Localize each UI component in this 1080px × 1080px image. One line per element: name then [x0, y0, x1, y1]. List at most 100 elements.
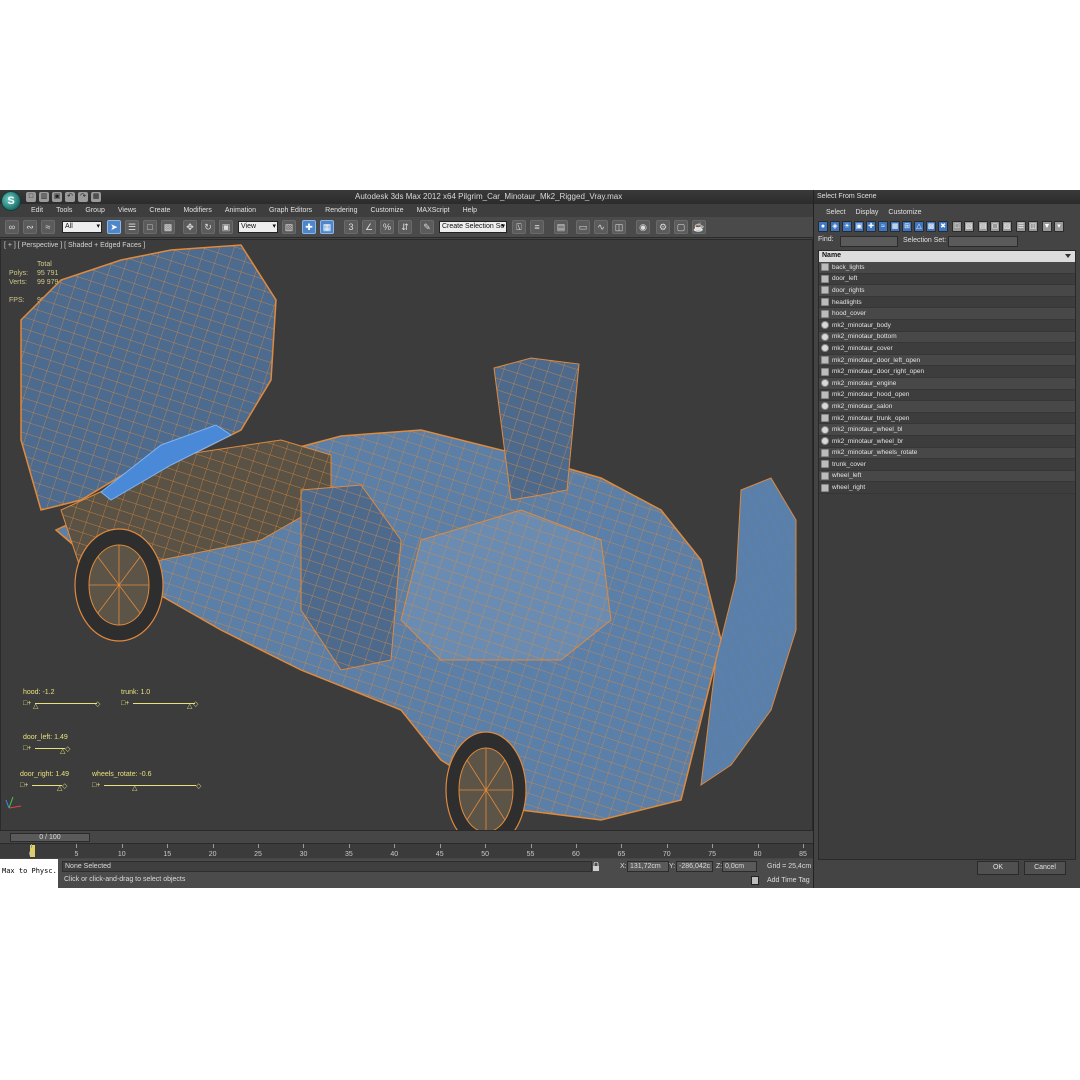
maxscript-listener[interactable]: Max to Physc. [0, 859, 58, 888]
select-none-icon[interactable]: ▢ [990, 221, 1000, 232]
project-folder-icon[interactable]: ▦ [91, 192, 101, 202]
add-time-tag[interactable]: Add Time Tag [767, 877, 810, 884]
display-lights-icon[interactable]: ☀ [842, 221, 852, 232]
ok-button[interactable]: OK [977, 861, 1019, 875]
list-item[interactable]: headlights [819, 297, 1075, 309]
trunk-slider[interactable]: trunk: 1.0 □+ △ ◇ [121, 689, 201, 711]
list-item[interactable]: door_left [819, 274, 1075, 286]
menu-create[interactable]: Create [149, 207, 170, 214]
menu-maxscript[interactable]: MAXScript [417, 207, 450, 214]
menu-edit[interactable]: Edit [31, 207, 43, 214]
list-item[interactable]: mk2_minotaur_engine [819, 377, 1075, 390]
display-cameras-icon[interactable]: ▣ [854, 221, 864, 232]
list-item[interactable]: mk2_minotaur_bottom [819, 331, 1075, 344]
render-production-icon[interactable]: ☕ [692, 220, 706, 234]
angle-snap-icon[interactable]: ∠ [362, 220, 376, 234]
unlink-icon[interactable]: ∾ [23, 220, 37, 234]
schematic-view-icon[interactable]: ◫ [612, 220, 626, 234]
display-geometry-icon[interactable]: ● [818, 221, 828, 232]
window-crossing-icon[interactable]: ▩ [161, 220, 175, 234]
mirror-icon[interactable]: ⍂ [512, 220, 526, 234]
display-all-icon[interactable]: ✖ [938, 221, 948, 232]
curve-editor-icon[interactable]: ∿ [594, 220, 608, 234]
select-all-icon[interactable]: ▤ [978, 221, 988, 232]
hood-slider-handle[interactable]: △ [33, 702, 38, 710]
menu-help[interactable]: Help [463, 207, 477, 214]
selection-filter-dropdown[interactable]: All [62, 221, 102, 233]
menu-views[interactable]: Views [118, 207, 137, 214]
undo-icon[interactable]: ↶ [65, 192, 75, 202]
time-tag-icon[interactable] [751, 876, 759, 885]
dialog-menu-display[interactable]: Display [855, 209, 878, 216]
spinner-snap-icon[interactable]: ⇵ [398, 220, 412, 234]
menu-modifiers[interactable]: Modifiers [183, 207, 211, 214]
layer-manager-icon[interactable]: ▤ [554, 220, 568, 234]
hood-slider[interactable]: hood: -1.2 □+ △ ◇ [23, 689, 103, 711]
list-item[interactable]: mk2_minotaur_door_right_open [819, 366, 1075, 378]
display-helpers-icon[interactable]: ✚ [866, 221, 876, 232]
select-object-icon[interactable]: ➤ [107, 220, 121, 234]
lock-icon[interactable] [592, 862, 600, 871]
rendered-frame-window-icon[interactable]: ▢ [674, 220, 688, 234]
dialog-menu-customize[interactable]: Customize [888, 209, 921, 216]
menu-graph-editors[interactable]: Graph Editors [269, 207, 312, 214]
time-slider[interactable]: 0 / 100 [10, 833, 90, 842]
display-children-icon[interactable]: ☰ [1016, 221, 1026, 232]
wheels-rotate-slider-handle[interactable]: △ [132, 784, 137, 792]
trunk-slider-handle[interactable]: △ [187, 702, 192, 710]
align-icon[interactable]: ≡ [530, 220, 544, 234]
material-editor-icon[interactable]: ◉ [636, 220, 650, 234]
door-right-slider[interactable]: door_right: 1.49 □+ △ ◇ [20, 771, 70, 793]
y-coordinate[interactable]: -286,042c [676, 861, 713, 872]
bind-space-warp-icon[interactable]: ≈ [41, 220, 55, 234]
redo-icon[interactable]: ↷ [78, 192, 88, 202]
pivot-center-icon[interactable]: ▧ [282, 220, 296, 234]
menu-tools[interactable]: Tools [56, 207, 72, 214]
reference-coord-dropdown[interactable]: View [238, 221, 278, 233]
display-groups-icon[interactable]: ▦ [890, 221, 900, 232]
percent-snap-icon[interactable]: % [380, 220, 394, 234]
display-shapes-icon[interactable]: ◈ [830, 221, 840, 232]
keyboard-shortcut-override-icon[interactable]: ▦ [320, 220, 334, 234]
menu-rendering[interactable]: Rendering [325, 207, 357, 214]
select-by-name-icon[interactable]: ☰ [125, 220, 139, 234]
list-item[interactable]: mk2_minotaur_trunk_open [819, 413, 1075, 425]
rotate-icon[interactable]: ↻ [201, 220, 215, 234]
display-invert-icon[interactable]: ▧ [964, 221, 974, 232]
menu-animation[interactable]: Animation [225, 207, 256, 214]
x-coordinate[interactable]: 131,72cm [627, 861, 669, 872]
select-manipulate-icon[interactable]: ✚ [302, 220, 316, 234]
list-item[interactable]: mk2_minotaur_wheels_rotate [819, 447, 1075, 460]
save-icon[interactable]: ▣ [52, 192, 62, 202]
move-icon[interactable]: ✥ [183, 220, 197, 234]
z-coordinate[interactable]: 0,0cm [722, 861, 757, 872]
display-bones-icon[interactable]: △ [914, 221, 924, 232]
3ds-max-logo-icon[interactable]: S [1, 191, 21, 211]
door-left-slider[interactable]: door_left: 1.49 □+ △ ◇ [23, 734, 73, 756]
list-item[interactable]: mk2_minotaur_wheel_br [819, 436, 1075, 448]
list-item[interactable]: door_rights [819, 285, 1075, 297]
menu-group[interactable]: Group [85, 207, 104, 214]
scene-object-list[interactable]: Name back_lights door_left door_rights head… [818, 250, 1076, 860]
track-bar[interactable]: 0 5 10 15 20 25 30 35 40 45 50 55 60 65 70 75 80 85 [0, 843, 813, 858]
display-space-warps-icon[interactable]: ≈ [878, 221, 888, 232]
list-item[interactable]: mk2_minotaur_salon [819, 401, 1075, 413]
dialog-menu-select[interactable]: Select [826, 209, 845, 216]
select-link-icon[interactable]: ∞ [5, 220, 19, 234]
snaps-toggle-icon[interactable]: 3 [344, 220, 358, 234]
list-item[interactable]: wheel_left [819, 470, 1075, 483]
display-xrefs-icon[interactable]: ⊞ [902, 221, 912, 232]
list-item[interactable]: back_lights [819, 262, 1075, 274]
wheels-rotate-slider[interactable]: wheels_rotate: -0.6 □+ △ ◇ [92, 771, 204, 793]
list-item[interactable]: mk2_minotaur_hood_open [819, 390, 1075, 402]
display-none-icon[interactable]: □ [952, 221, 962, 232]
list-item[interactable]: hood_cover [819, 308, 1075, 320]
perspective-viewport[interactable]: [ + ] [ Perspective ] [ Shaded + Edged F… [0, 239, 813, 831]
open-file-icon[interactable]: ▥ [39, 192, 49, 202]
name-column-header[interactable]: Name [819, 251, 1075, 262]
car-wireframe-model[interactable] [1, 240, 813, 831]
list-item[interactable]: mk2_minotaur_cover [819, 343, 1075, 355]
select-invert-icon[interactable]: ▨ [1002, 221, 1012, 232]
list-item[interactable]: mk2_minotaur_door_left_open [819, 354, 1075, 367]
filter-icon[interactable]: ▼ [1042, 221, 1052, 232]
